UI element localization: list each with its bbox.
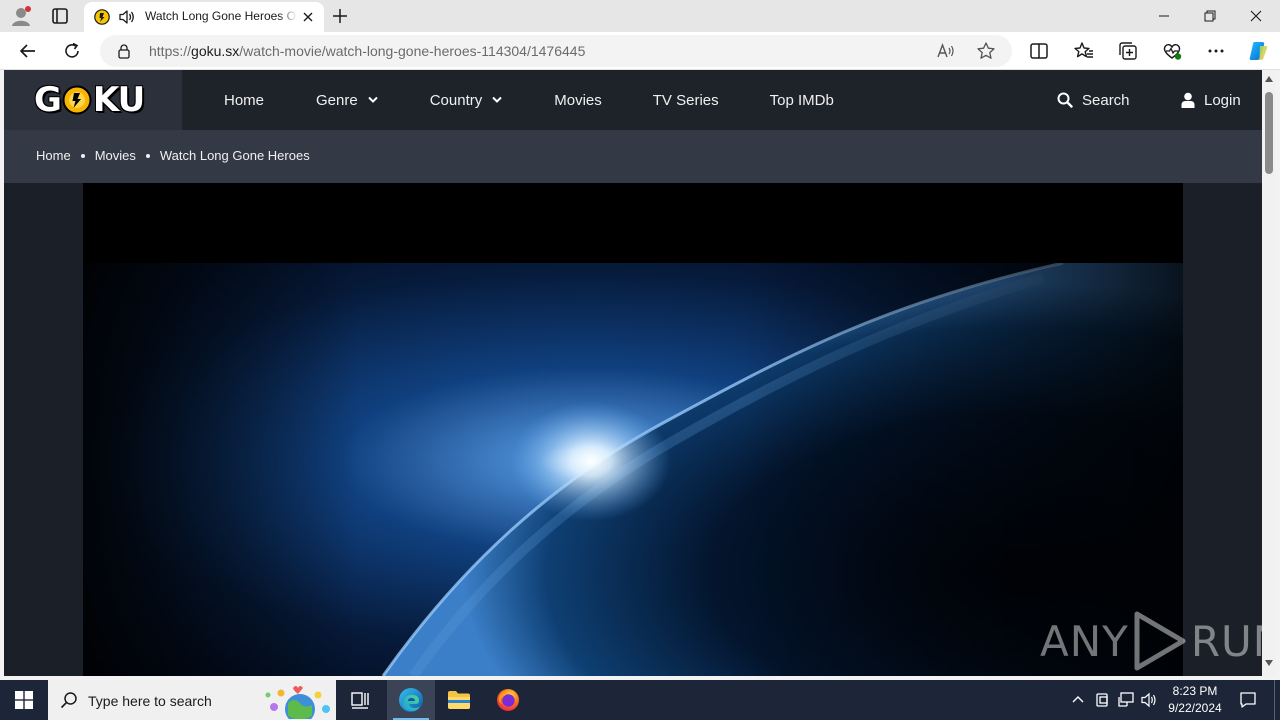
show-desktop-button[interactable]	[1274, 680, 1275, 720]
breadcrumb: Home Movies Watch Long Gone Heroes	[36, 148, 310, 163]
chevron-down-icon	[368, 96, 378, 103]
more-menu-icon[interactable]	[1205, 40, 1227, 62]
anyrun-watermark: ANY RUN	[1040, 610, 1262, 672]
breadcrumb-separator	[145, 153, 150, 158]
notification-icon[interactable]	[1238, 690, 1258, 710]
search-icon	[1057, 92, 1073, 108]
clock-time: 8:23 PM	[1172, 684, 1218, 698]
page-viewport: G KU Home Genre Country Movies TV Series…	[4, 70, 1262, 676]
meet-now-icon[interactable]	[1094, 691, 1112, 709]
player-area	[4, 183, 1262, 676]
nav-genre-label: Genre	[316, 91, 358, 109]
new-tab-icon[interactable]	[330, 6, 350, 26]
start-button[interactable]	[0, 680, 48, 720]
chevron-up-icon[interactable]	[1069, 691, 1087, 709]
volume-icon[interactable]	[1140, 691, 1158, 709]
edge-browser-icon	[399, 688, 423, 712]
search-button[interactable]: Search	[1057, 90, 1130, 110]
network-icon[interactable]	[1117, 691, 1135, 709]
task-view-icon	[351, 692, 369, 709]
logo-text-prefix: G	[34, 80, 62, 120]
page-scrollbar[interactable]	[1262, 70, 1276, 676]
nav-movies-label: Movies	[554, 91, 602, 109]
site-logo-container[interactable]: G KU	[4, 70, 182, 130]
breadcrumb-movies[interactable]: Movies	[95, 148, 136, 163]
browser-toolbar: https://goku.sx/watch-movie/watch-long-g…	[0, 32, 1280, 70]
search-icon	[60, 692, 77, 709]
nav-top-imdb[interactable]: Top IMDb	[770, 92, 834, 109]
tab-actions-icon[interactable]	[50, 7, 70, 25]
tab-strip: Watch Long Gone Heroes Online	[0, 0, 1280, 32]
nav-genre[interactable]: Genre	[316, 92, 378, 109]
split-screen-icon[interactable]	[1028, 40, 1050, 62]
clock-date: 9/22/2024	[1168, 701, 1222, 715]
breadcrumb-bar: Home Movies Watch Long Gone Heroes	[4, 130, 1262, 183]
search-highlight-globe-icon	[265, 686, 330, 719]
refresh-icon[interactable]	[61, 40, 83, 62]
url-host: goku.sx	[191, 43, 240, 59]
breadcrumb-home[interactable]: Home	[36, 148, 71, 163]
breadcrumb-current: Watch Long Gone Heroes	[159, 148, 310, 163]
scroll-up-icon[interactable]	[1265, 76, 1273, 82]
nav-home[interactable]: Home	[224, 92, 264, 109]
active-tab[interactable]: Watch Long Gone Heroes Online	[84, 2, 324, 32]
goku-favicon-icon	[94, 9, 110, 25]
nav-tv-series[interactable]: TV Series	[653, 92, 719, 109]
search-label: Search	[1082, 91, 1130, 109]
user-icon	[1181, 92, 1195, 108]
nav-country[interactable]: Country	[430, 92, 503, 109]
url-text[interactable]: https://goku.sx/watch-movie/watch-long-g…	[149, 43, 585, 59]
close-tab-icon[interactable]	[300, 9, 316, 25]
copilot-icon[interactable]	[1246, 39, 1270, 63]
taskbar-edge[interactable]	[387, 680, 435, 720]
login-label: Login	[1204, 91, 1241, 109]
dragon-ball-icon	[62, 85, 92, 115]
nav-movies[interactable]: Movies	[554, 92, 602, 109]
read-aloud-icon[interactable]	[936, 42, 956, 60]
scroll-thumb[interactable]	[1265, 92, 1273, 174]
windows-logo-icon	[15, 691, 33, 709]
taskbar-search-placeholder: Type here to search	[88, 693, 212, 709]
watermark-right: RUN	[1190, 616, 1262, 666]
tab-title: Watch Long Gone Heroes Online	[145, 9, 297, 23]
taskbar-clock[interactable]: 8:23 PM 9/22/2024	[1160, 683, 1230, 717]
nav-tv-series-label: TV Series	[652, 91, 719, 109]
firefox-icon	[497, 689, 519, 711]
watermark-left: ANY	[1040, 616, 1129, 666]
profile-avatar-icon[interactable]	[10, 5, 32, 27]
address-bar[interactable]: https://goku.sx/watch-movie/watch-long-g…	[100, 35, 1012, 67]
folder-icon	[448, 691, 470, 709]
login-button[interactable]: Login	[1181, 90, 1241, 110]
chevron-down-icon	[492, 96, 502, 103]
play-triangle-icon	[1134, 611, 1186, 671]
goku-logo[interactable]: G KU	[34, 80, 145, 120]
close-window-icon[interactable]	[1246, 7, 1266, 25]
nav-top-imdb-label: Top IMDb	[769, 91, 834, 109]
task-view-button[interactable]	[336, 680, 384, 720]
lock-icon[interactable]	[116, 43, 132, 59]
video-frame-earth-horizon[interactable]	[83, 263, 1183, 676]
windows-taskbar: Type here to search 8:23 PM 9/22/2024	[0, 680, 1280, 720]
url-scheme: https://	[149, 43, 192, 59]
collections-icon[interactable]	[1117, 40, 1139, 62]
taskbar-file-explorer[interactable]	[435, 680, 483, 720]
back-icon[interactable]	[17, 40, 39, 62]
url-path: /watch-movie/watch-long-gone-heroes-1143…	[239, 43, 586, 59]
site-header: G KU Home Genre Country Movies TV Series…	[4, 70, 1262, 130]
taskbar-firefox[interactable]	[484, 680, 532, 720]
video-player[interactable]	[83, 183, 1183, 676]
logo-text-suffix: KU	[92, 80, 145, 120]
add-favorite-icon[interactable]	[976, 41, 996, 61]
breadcrumb-separator	[80, 153, 85, 158]
restore-icon[interactable]	[1200, 7, 1220, 25]
favorites-icon[interactable]	[1073, 40, 1095, 62]
taskbar-search-box[interactable]: Type here to search	[48, 680, 336, 720]
speaker-icon[interactable]	[118, 9, 136, 25]
main-nav: Home Genre Country Movies TV Series Top …	[224, 70, 834, 130]
scroll-down-icon[interactable]	[1265, 660, 1273, 666]
browser-essentials-icon[interactable]	[1161, 40, 1183, 62]
nav-home-label: Home	[224, 91, 265, 109]
nav-country-label: Country	[429, 91, 483, 109]
minimize-icon[interactable]	[1154, 8, 1174, 24]
